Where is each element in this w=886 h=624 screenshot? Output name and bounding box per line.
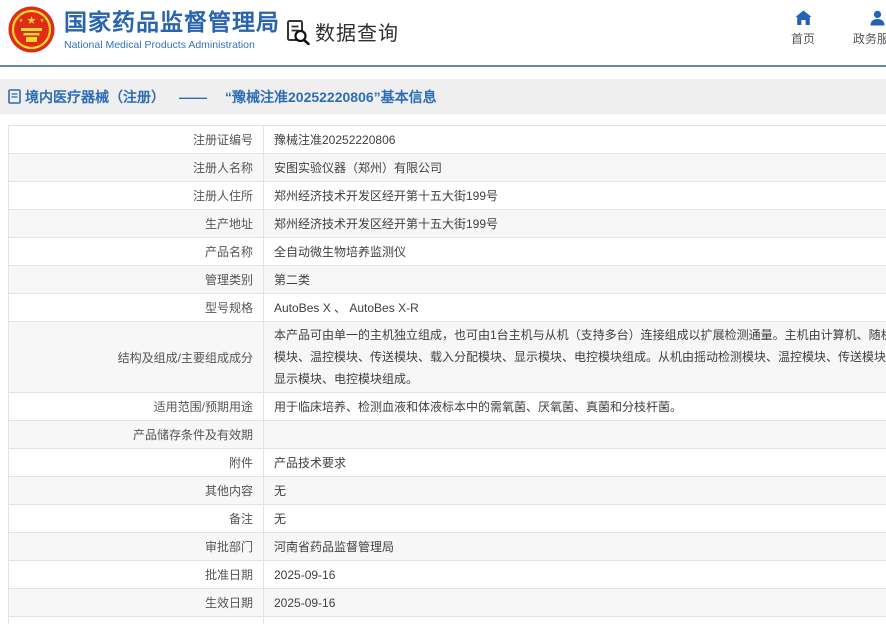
field-label: 适用范围/预期用途 [9,393,264,421]
site-header: ★ ★ ★ 国家药品监督管理局 National Medical Product… [0,0,886,65]
field-value: 2025-09-16 [264,589,886,617]
table-row: 管理类别 第二类 [9,266,886,294]
field-label: 注册证编号 [9,126,264,154]
org-title-cn: 国家药品监督管理局 [64,8,280,36]
org-title-en: National Medical Products Administration [64,39,280,51]
field-label: 注册人名称 [9,154,264,182]
nav-gov-services-label: 政务服务 [853,30,886,47]
home-icon [795,10,812,26]
svg-text:★: ★ [19,18,24,24]
table-row: 结构及组成/主要组成成分 本产品可由单一的主机独立组成，也可由1台主机与从机（支… [9,322,886,393]
page-title: “豫械注准20252220806”基本信息 [225,87,437,107]
field-label: 生效日期 [9,589,264,617]
field-value: 产品技术要求 [264,449,886,477]
field-label: 管理类别 [9,266,264,294]
field-label: 产品名称 [9,238,264,266]
field-value: 豫械注准20252220806 [264,126,886,154]
field-value: AutoBes X 、 AutoBes X-R [264,294,886,322]
field-label: 有效期至 [9,617,264,624]
nav-home[interactable]: 首页 [779,10,827,47]
breadcrumb-category: 境内医疗器械（注册） [25,87,165,107]
table-row: 产品储存条件及有效期 [9,421,886,449]
table-row: 注册人名称 安图实验仪器（郑州）有限公司 [9,154,886,182]
field-label: 结构及组成/主要组成成分 [9,322,264,393]
nav-gov-services[interactable]: 政务服务 [853,10,886,47]
field-value: 第二类 [264,266,886,294]
table-row: 备注 无 [9,505,886,533]
field-label: 生产地址 [9,210,264,238]
field-label: 型号规格 [9,294,264,322]
table-row: 有效期至 2030-09-15 [9,617,886,624]
table-row: 批准日期 2025-09-16 [9,561,886,589]
page: ★ ★ ★ 国家药品监督管理局 National Medical Product… [0,0,886,624]
national-emblem-logo: ★ ★ ★ [8,6,55,53]
field-value: 本产品可由单一的主机独立组成，也可由1台主机与从机（支持多台）连接组成以扩展检测… [264,322,886,393]
field-label: 附件 [9,449,264,477]
field-value: 2030-09-15 [264,617,886,624]
data-query-icon [286,19,311,45]
table-row: 注册人住所 郑州经济技术开发区经开第十五大街199号 [9,182,886,210]
breadcrumb: 境内医疗器械（注册） —— “豫械注准20252220806”基本信息 [0,79,886,114]
registration-info-table: 注册证编号 豫械注准20252220806 注册人名称 安图实验仪器（郑州）有限… [8,125,886,624]
field-value: 郑州经济技术开发区经开第十五大街199号 [264,210,886,238]
field-label: 产品储存条件及有效期 [9,421,264,449]
table-row: 注册证编号 豫械注准20252220806 [9,126,886,154]
table-row: 产品名称 全自动微生物培养监测仪 [9,238,886,266]
svg-text:★: ★ [27,15,37,27]
field-label: 其他内容 [9,477,264,505]
field-value: 用于临床培养、检测血液和体液标本中的需氧菌、厌氧菌、真菌和分枝杆菌。 [264,393,886,421]
breadcrumb-dash: —— [179,89,207,105]
table-row: 适用范围/预期用途 用于临床培养、检测血液和体液标本中的需氧菌、厌氧菌、真菌和分… [9,393,886,421]
data-query-tab[interactable]: 数据查询 [286,17,399,46]
field-label: 审批部门 [9,533,264,561]
field-value: 安图实验仪器（郑州）有限公司 [264,154,886,182]
field-value: 2025-09-16 [264,561,886,589]
field-value: 河南省药品监督管理局 [264,533,886,561]
table-row: 型号规格 AutoBes X 、 AutoBes X-R [9,294,886,322]
field-value [264,421,886,449]
person-icon [869,10,886,26]
table-row: 生效日期 2025-09-16 [9,589,886,617]
field-value: 无 [264,505,886,533]
field-value: 全自动微生物培养监测仪 [264,238,886,266]
document-icon [8,89,21,104]
brand: ★ ★ ★ 国家药品监督管理局 National Medical Product… [8,6,280,53]
field-value: 郑州经济技术开发区经开第十五大街199号 [264,182,886,210]
table-row: 生产地址 郑州经济技术开发区经开第十五大街199号 [9,210,886,238]
field-value: 无 [264,477,886,505]
field-label: 备注 [9,505,264,533]
nav-home-label: 首页 [791,30,815,47]
svg-text:★: ★ [40,18,45,24]
field-label: 批准日期 [9,561,264,589]
data-query-label: 数据查询 [315,17,399,46]
table-row: 其他内容 无 [9,477,886,505]
table-row: 附件 产品技术要求 [9,449,886,477]
brand-text: 国家药品监督管理局 National Medical Products Admi… [64,8,280,51]
table-row: 审批部门 河南省药品监督管理局 [9,533,886,561]
header-divider [0,65,886,67]
top-nav: 首页 政务服务 [779,10,886,47]
field-label: 注册人住所 [9,182,264,210]
